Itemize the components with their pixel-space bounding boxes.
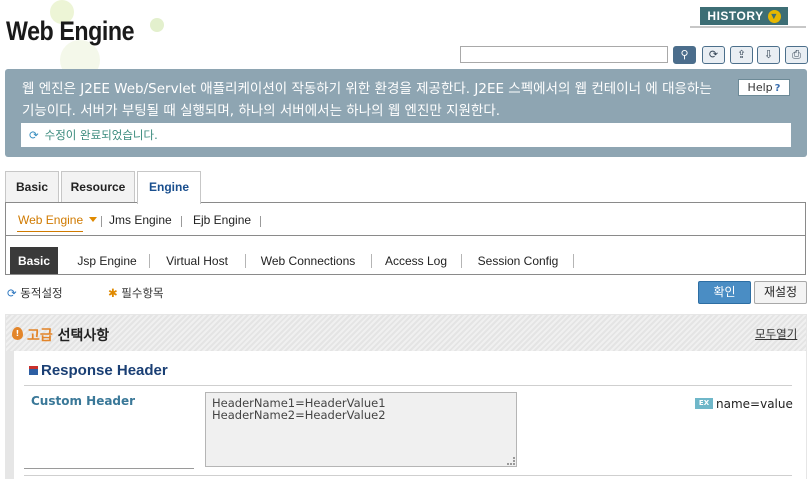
history-label: HISTORY: [707, 9, 764, 23]
tab-access-log[interactable]: Access Log: [372, 247, 460, 274]
history-button[interactable]: HISTORY ▼: [700, 7, 788, 25]
tab-session-config[interactable]: Session Config: [462, 247, 574, 274]
status-message-text: 수정이 완료되었습니다.: [44, 128, 158, 142]
tab-virtual-host[interactable]: Virtual Host: [150, 247, 244, 274]
xml-import-icon[interactable]: ⇩: [757, 46, 780, 64]
legend-required-item: ✱ 필수항목: [108, 285, 164, 301]
divider: [260, 216, 261, 227]
tab-basic[interactable]: Basic: [5, 171, 59, 203]
decorative-circle: [150, 18, 164, 32]
divider: [24, 385, 792, 386]
resize-handle[interactable]: [507, 457, 515, 465]
confirm-button[interactable]: 확인: [698, 281, 751, 304]
refresh-icon: ⟳: [7, 286, 17, 300]
divider: [5, 235, 6, 275]
legend-dynamic-label: 동적설정: [20, 286, 63, 300]
advanced-header: [6, 315, 806, 351]
example-text: name=value: [716, 397, 793, 411]
advanced-title-highlight: 고급: [27, 328, 53, 344]
divider: [181, 216, 182, 227]
divider: [5, 274, 806, 275]
subtab-web-engine[interactable]: Web Engine: [18, 213, 83, 227]
subtab-ejb-engine[interactable]: Ejb Engine: [193, 213, 251, 227]
divider: [690, 26, 806, 28]
section-title: Response Header: [41, 362, 168, 379]
search-icon[interactable]: ⚲: [673, 46, 696, 64]
divider: [101, 216, 102, 227]
search-input[interactable]: [460, 46, 668, 63]
help-button[interactable]: Help?: [738, 79, 790, 96]
xml-export-icon[interactable]: ⇪: [730, 46, 753, 64]
status-message: ⟳ 수정이 완료되었습니다.: [21, 123, 791, 147]
divider: [573, 254, 574, 268]
divider: [24, 475, 792, 476]
subtab-jms-engine[interactable]: Jms Engine: [109, 213, 172, 227]
legend-dynamic-setting: ⟳ 동적설정: [7, 285, 63, 301]
refresh-icon[interactable]: ⟳: [702, 46, 725, 64]
page-title: Web Engine: [6, 16, 135, 46]
tab-web-connections[interactable]: Web Connections: [246, 247, 370, 274]
chevron-down-icon: ▼: [767, 10, 781, 23]
divider: [805, 235, 806, 275]
custom-header-label: Custom Header: [31, 394, 136, 408]
tab-basic-settings[interactable]: Basic: [10, 247, 58, 274]
expand-all-link[interactable]: 모두열기: [755, 326, 797, 342]
active-underline: [17, 231, 83, 232]
section-bullet-icon: [29, 366, 38, 375]
help-label: Help: [747, 81, 773, 94]
legend-required-label: 필수항목: [121, 286, 164, 300]
divider: [5, 235, 806, 236]
print-icon[interactable]: ⎙: [785, 46, 808, 64]
advanced-title-rest: 선택사항: [52, 328, 110, 344]
custom-header-textarea[interactable]: HeaderName1=HeaderValue1 HeaderName2=Hea…: [205, 392, 517, 467]
dropdown-arrow-icon[interactable]: [89, 217, 97, 222]
tab-jsp-engine[interactable]: Jsp Engine: [66, 247, 148, 274]
example-badge: EX: [695, 398, 713, 409]
divider: [24, 468, 194, 469]
tab-engine[interactable]: Engine: [137, 171, 201, 204]
reset-button[interactable]: 재설정: [754, 281, 807, 304]
asterisk-icon: ✱: [108, 286, 118, 300]
tab-resource[interactable]: Resource: [61, 171, 135, 203]
lightbulb-icon: !: [12, 327, 23, 340]
description-text: 웹 엔진은 J2EE Web/Servlet 애플리케이션이 작동하기 위한 환…: [22, 81, 712, 119]
advanced-title: 고급 선택사항: [27, 325, 109, 345]
question-icon: ?: [774, 83, 781, 94]
refresh-icon: ⟳: [29, 128, 39, 142]
